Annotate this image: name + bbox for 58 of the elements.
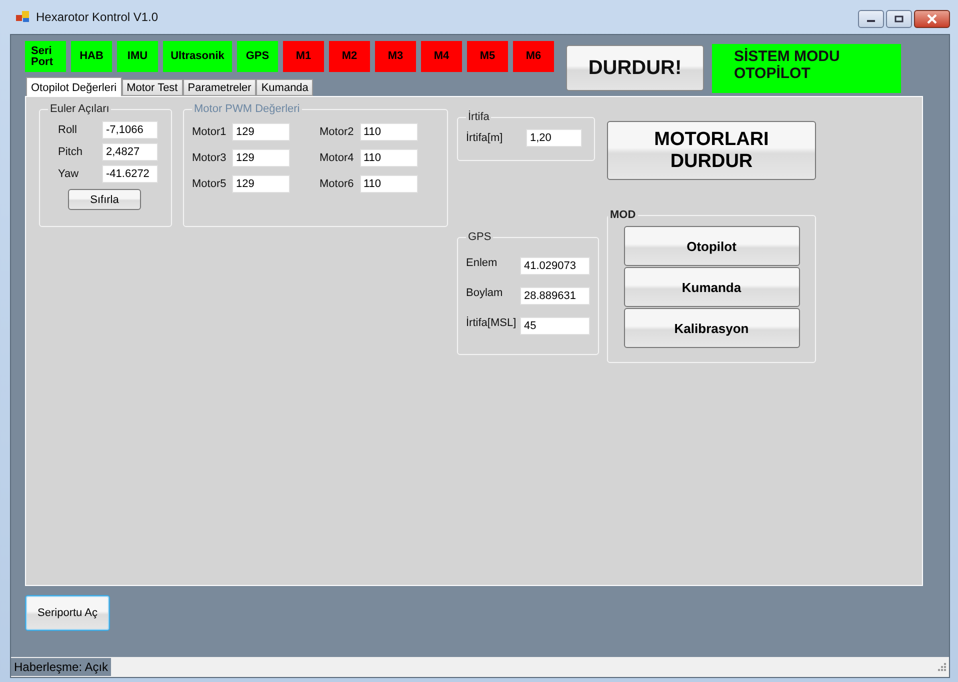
system-mode-text: SİSTEM MODU (734, 48, 841, 65)
field-label: Yaw (57, 168, 80, 180)
status-indicator: M2 (329, 41, 370, 72)
field-label: İrtifa[m] (466, 132, 504, 144)
field-label: Motor4 (320, 152, 355, 164)
field-label: Motor1 (192, 126, 228, 138)
group-title: MOD (609, 209, 637, 221)
reset-button[interactable]: Sıfırla (68, 189, 141, 210)
status-indicator: GPS (237, 41, 278, 72)
value-field[interactable]: 28.889631 (520, 287, 590, 305)
field-label: Motor6 (320, 178, 355, 190)
status-indicator: IMU (117, 41, 158, 72)
value-field[interactable]: 1,20 (526, 129, 582, 147)
resize-grip-icon (937, 662, 947, 672)
field-label: İrtifa[MSL] (466, 317, 518, 329)
group-title: GPS (467, 231, 492, 243)
maximize-button[interactable] (886, 10, 912, 28)
status-indicator: M1 (283, 41, 324, 72)
stop-button[interactable]: DURDUR! (566, 45, 704, 91)
field-label: Enlem (466, 257, 498, 269)
status-text: Haberleşme: Açık (11, 658, 112, 676)
field-label: Roll (57, 124, 78, 136)
stop-motors-button[interactable]: MOTORLARI DURDUR (607, 121, 816, 180)
field-label: Boylam (466, 287, 504, 299)
tab[interactable]: Kumanda (256, 79, 314, 96)
app-icon (16, 11, 30, 23)
mode-button[interactable]: Kumanda (624, 267, 800, 307)
status-indicator: M6 (513, 41, 554, 72)
status-indicator: HAB (71, 41, 112, 72)
close-button[interactable] (914, 10, 950, 28)
system-mode-text: OTOPİLOT (734, 65, 812, 82)
value-field[interactable]: 41.029073 (520, 257, 590, 275)
open-serial-port-button[interactable]: Seriportu Aç (25, 595, 110, 631)
group-title: İrtifa (467, 111, 490, 123)
field-label: Motor2 (320, 126, 355, 138)
value-field[interactable]: -7,1066 (102, 121, 158, 139)
field-label: Motor5 (192, 178, 228, 190)
status-indicator: M4 (421, 41, 462, 72)
maximize-icon (894, 15, 904, 23)
group-title: Motor PWM Değerleri (193, 103, 301, 115)
tab[interactable]: Motor Test (122, 79, 183, 96)
window-title: Hexarotor Kontrol V1.0 (36, 10, 158, 24)
tab[interactable]: Otopilot Değerleri (26, 77, 122, 97)
value-field[interactable]: 2,4827 (102, 143, 158, 161)
status-indicator: Seri Port (25, 41, 66, 72)
status-indicator: Ultrasonik (163, 41, 232, 72)
field-label: Motor3 (192, 152, 228, 164)
value-field[interactable]: 45 (520, 317, 590, 335)
minimize-button[interactable] (858, 10, 884, 28)
tab[interactable]: Parametreler (182, 79, 256, 96)
value-field[interactable]: -41.6272 (102, 165, 158, 183)
status-indicator: M5 (467, 41, 508, 72)
close-icon (926, 14, 938, 24)
status-indicator: M3 (375, 41, 416, 72)
field-label: Pitch (57, 146, 84, 158)
mode-button[interactable]: Kalibrasyon (624, 308, 800, 348)
mode-button[interactable]: Otopilot (624, 226, 800, 266)
group-title: Euler Açıları (49, 103, 110, 115)
